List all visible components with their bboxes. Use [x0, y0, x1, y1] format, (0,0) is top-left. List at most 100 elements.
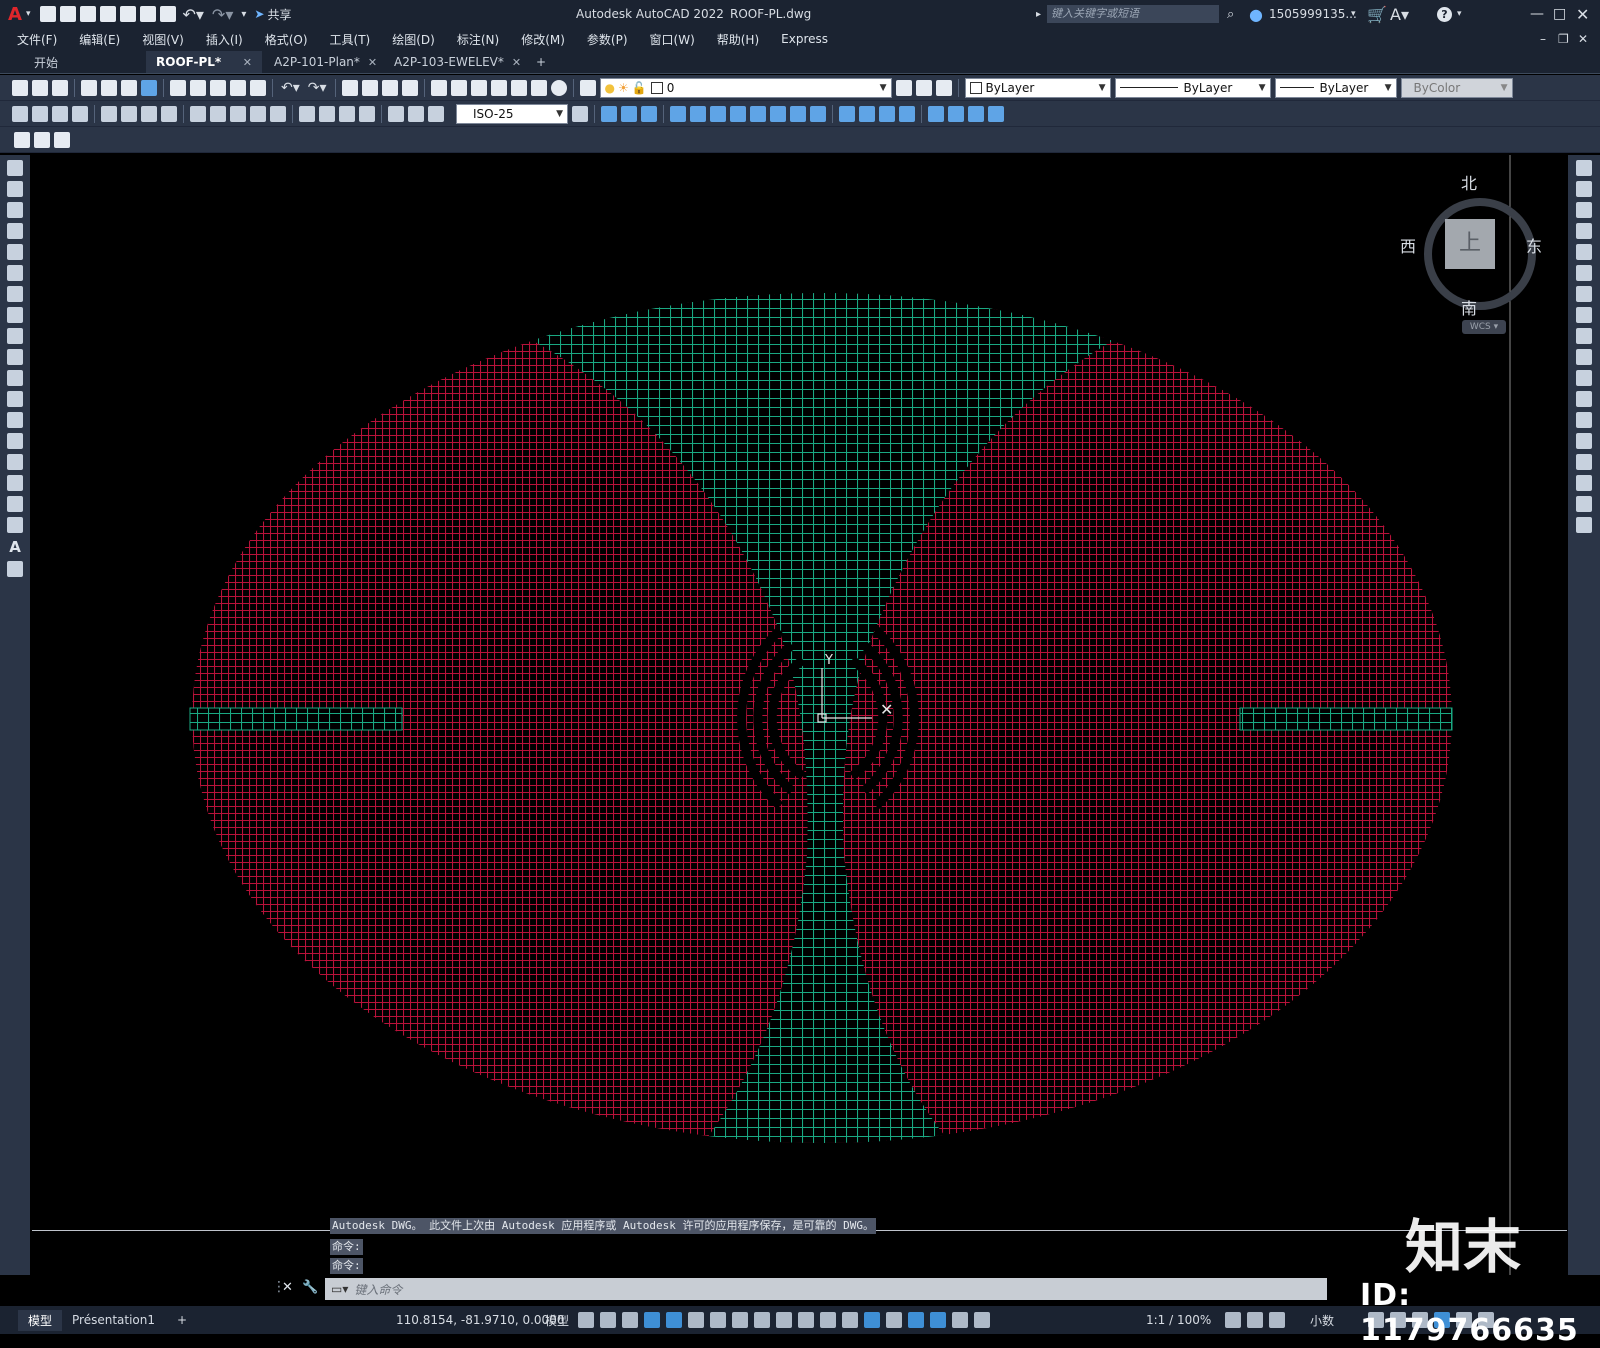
- tab-a2p-101-plan[interactable]: A2P-101-Plan* ✕: [264, 51, 382, 73]
- line-icon[interactable]: [7, 160, 23, 176]
- new-icon[interactable]: [40, 6, 57, 22]
- subtract-icon[interactable]: [621, 105, 637, 122]
- web-mobile-open-icon[interactable]: [120, 6, 137, 22]
- compass-east[interactable]: 东: [1526, 233, 1542, 257]
- dim-baseline-icon[interactable]: [210, 105, 226, 122]
- close-command-icon[interactable]: ✕: [282, 1280, 293, 1295]
- annotation-monitor-icon[interactable]: [1247, 1312, 1263, 1328]
- lineweight-icon[interactable]: [776, 1312, 792, 1328]
- search-input[interactable]: 键入关键字或短语: [1047, 5, 1219, 23]
- imprint-icon[interactable]: [879, 105, 895, 122]
- menu-item-dimension[interactable]: 标注(N): [446, 31, 510, 48]
- workspace-gear-icon[interactable]: [1225, 1312, 1241, 1328]
- zoom-window-icon[interactable]: [381, 79, 398, 96]
- minimize-icon[interactable]: —: [1530, 6, 1544, 22]
- intersect-icon[interactable]: [641, 105, 657, 122]
- polar-tracking-icon[interactable]: [688, 1312, 704, 1328]
- menu-item-file[interactable]: 文件(F): [6, 31, 68, 48]
- publish-icon[interactable]: [121, 79, 137, 96]
- compass-west[interactable]: 西: [1400, 233, 1416, 257]
- trim-icon[interactable]: [1576, 349, 1592, 365]
- open-icon[interactable]: [32, 79, 48, 96]
- annotation-visibility-icon[interactable]: [930, 1312, 946, 1328]
- units-value[interactable]: 小数: [1310, 1312, 1334, 1329]
- offset-icon[interactable]: [1576, 223, 1592, 239]
- copy-edges-icon[interactable]: [839, 105, 855, 122]
- move-faces-icon[interactable]: [690, 105, 706, 122]
- design-center-icon[interactable]: [450, 79, 467, 96]
- gizmo-icon[interactable]: [908, 1312, 924, 1328]
- calculator-icon[interactable]: [530, 79, 547, 96]
- layer-properties-icon[interactable]: [579, 79, 596, 96]
- polygon-icon[interactable]: [7, 223, 23, 239]
- insert-block-icon[interactable]: [7, 391, 23, 407]
- add-selected-icon[interactable]: [7, 561, 23, 577]
- search-expand-icon[interactable]: ▸: [1036, 9, 1041, 20]
- dim-continue-icon[interactable]: [230, 105, 246, 122]
- mtext-icon[interactable]: A: [0, 538, 30, 556]
- doc-close-icon[interactable]: ✕: [1578, 32, 1588, 46]
- dim-edit-icon[interactable]: [388, 105, 404, 122]
- menu-item-parametric[interactable]: 参数(P): [576, 31, 639, 48]
- tab-roof-pl[interactable]: ROOF-PL* ✕: [146, 51, 262, 73]
- hatch-icon[interactable]: [7, 454, 23, 470]
- new-tab-button[interactable]: +: [526, 51, 556, 73]
- rotate-faces-icon[interactable]: [750, 105, 766, 122]
- center-mark-icon[interactable]: [319, 105, 335, 122]
- delete-faces-icon[interactable]: [730, 105, 746, 122]
- command-input[interactable]: ▭▾ 键入命令: [325, 1278, 1327, 1300]
- units-icon[interactable]: [1269, 1312, 1285, 1328]
- offset-faces-icon[interactable]: [710, 105, 726, 122]
- color-dropdown[interactable]: ByLayer ▼: [964, 77, 1111, 98]
- blend-curves-icon[interactable]: [1576, 496, 1592, 512]
- quick-dim-icon[interactable]: [190, 105, 206, 122]
- dim-space-icon[interactable]: [250, 105, 266, 122]
- zoom-realtime-icon[interactable]: [361, 79, 378, 96]
- object-snap-icon[interactable]: [754, 1312, 770, 1328]
- plotstyle-dropdown[interactable]: ByColor ▼: [1400, 77, 1513, 98]
- copy-icon[interactable]: [190, 79, 206, 96]
- mirror-icon[interactable]: [1576, 202, 1592, 218]
- help-icon[interactable]: ?: [1437, 6, 1452, 22]
- save-icon[interactable]: [52, 79, 68, 96]
- extrude-faces-icon[interactable]: [670, 105, 686, 122]
- compass-north[interactable]: 北: [1461, 170, 1477, 194]
- point-icon[interactable]: [7, 433, 23, 449]
- attribute-sync-icon[interactable]: [54, 131, 70, 148]
- app-menu-chevron-icon[interactable]: ▾: [26, 9, 31, 19]
- extend-icon[interactable]: [1576, 370, 1592, 386]
- redo-icon[interactable]: ↷▾: [308, 80, 327, 96]
- ortho-icon[interactable]: [666, 1312, 682, 1328]
- markup-icon[interactable]: [510, 79, 527, 96]
- doc-minimize-icon[interactable]: –: [1540, 32, 1546, 46]
- 3d-osnap-icon[interactable]: [842, 1312, 858, 1328]
- 3d-print-icon[interactable]: [141, 79, 157, 96]
- layer-state-icon[interactable]: [935, 79, 952, 96]
- ellipse-arc-icon[interactable]: [7, 370, 23, 386]
- scale-icon[interactable]: [1576, 307, 1592, 323]
- explode-icon[interactable]: [1576, 517, 1592, 533]
- coordinates-readout[interactable]: 110.8154, -81.9710, 0.0000: [396, 1313, 564, 1327]
- autodesk-a360-icon[interactable]: A▾: [1390, 5, 1409, 24]
- viewcube[interactable]: 上 北 南 西 东: [1396, 170, 1546, 320]
- make-current-layer-icon[interactable]: [895, 79, 912, 96]
- dim-jogged-icon[interactable]: [121, 105, 137, 122]
- shell-icon[interactable]: [948, 105, 964, 122]
- dim-arc-icon[interactable]: [52, 105, 68, 122]
- dim-angular-icon[interactable]: [161, 105, 177, 122]
- customize-icon[interactable]: 🔧: [302, 1280, 318, 1295]
- help-chevron-icon[interactable]: ▾: [1457, 9, 1462, 19]
- block-attribute-icon[interactable]: [34, 131, 50, 148]
- menu-item-view[interactable]: 视图(V): [131, 31, 195, 48]
- menu-item-window[interactable]: 窗口(W): [639, 31, 706, 48]
- dim-text-edit-icon[interactable]: [408, 105, 424, 122]
- dim-aligned-icon[interactable]: [32, 105, 48, 122]
- object-snap-tracking-icon[interactable]: [732, 1312, 748, 1328]
- menu-item-insert[interactable]: 插入(I): [195, 31, 254, 48]
- plot-preview-icon[interactable]: [101, 79, 117, 96]
- make-block-icon[interactable]: [7, 412, 23, 428]
- jogged-linear-icon[interactable]: [359, 105, 375, 122]
- chamfer-icon[interactable]: [1576, 454, 1592, 470]
- close-icon[interactable]: ✕: [1576, 5, 1589, 24]
- menu-item-format[interactable]: 格式(O): [254, 31, 319, 48]
